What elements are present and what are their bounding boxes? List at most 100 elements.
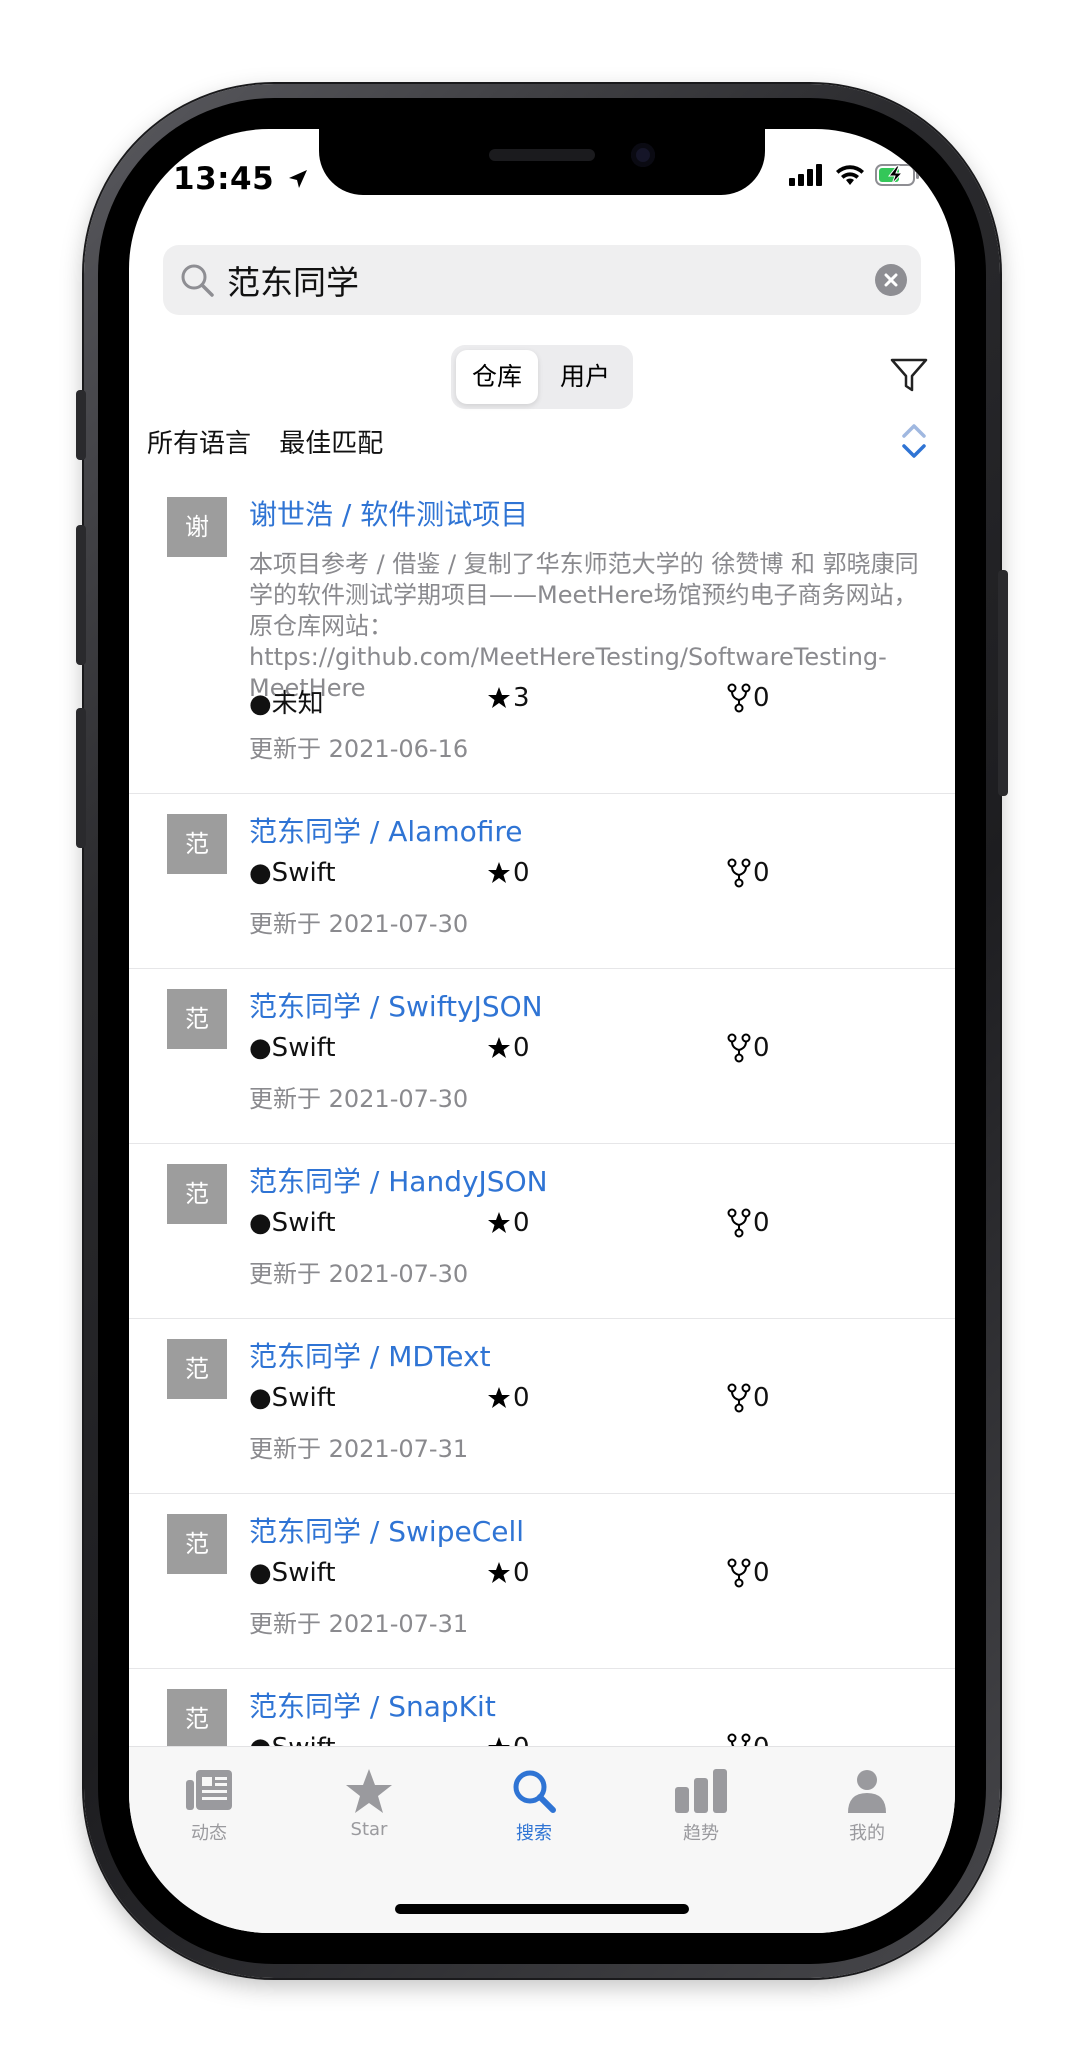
repo-stars-count: 0 — [513, 1208, 530, 1238]
battery-charging-icon — [875, 164, 919, 186]
screen: 13:45 范东同学 仓库 用户 所有语言 最佳匹配 谢 谢世浩 / 软件测试项… — [129, 129, 955, 1933]
repo-stars: 0 — [487, 1208, 530, 1238]
repo-meta: ●未知 3 0 — [249, 683, 809, 719]
repo-title[interactable]: 谢世浩 / 软件测试项目 — [249, 493, 528, 533]
close-icon — [884, 273, 898, 287]
star-icon — [346, 1769, 392, 1813]
tab-profile[interactable]: 我的 — [807, 1767, 927, 1845]
fork-icon — [727, 683, 751, 713]
repo-updated: 更新于 2021-07-30 — [249, 1260, 469, 1288]
repo-updated: 更新于 2021-07-31 — [249, 1435, 469, 1463]
avatar: 谢 — [167, 497, 227, 557]
avatar: 范 — [167, 814, 227, 874]
tab-search[interactable]: 搜索 — [474, 1767, 594, 1845]
repo-updated: 更新于 2021-07-31 — [249, 1610, 469, 1638]
tab-trending[interactable]: 趋势 — [641, 1767, 761, 1845]
repo-row[interactable]: 范 范东同学 / SwipeCell ●Swift 0 0 更新于 2021-0… — [129, 1494, 955, 1669]
tab-label: 动态 — [191, 1823, 227, 1844]
repo-updated: 更新于 2021-07-30 — [249, 1085, 469, 1113]
repo-forks: 0 — [727, 1558, 770, 1588]
repo-row[interactable]: 范 范东同学 / SwiftyJSON ●Swift 0 0 更新于 2021-… — [129, 969, 955, 1144]
tab-label: 我的 — [849, 1823, 885, 1844]
repo-title[interactable]: 范东同学 / SwipeCell — [249, 1510, 524, 1550]
repo-meta: ●Swift 0 0 — [249, 1383, 809, 1417]
filter-icon[interactable] — [889, 355, 929, 395]
repo-list: 谢 谢世浩 / 软件测试项目 本项目参考 / 借鉴 / 复制了华东师范大学的 徐… — [129, 477, 955, 1844]
repo-row[interactable]: 范 范东同学 / Alamofire ●Swift 0 0 更新于 2021-0… — [129, 794, 955, 969]
fork-icon — [727, 1033, 751, 1063]
repo-stars-count: 0 — [513, 1033, 530, 1063]
repo-title[interactable]: 范东同学 / SwiftyJSON — [249, 985, 543, 1025]
filter-row: 所有语言 最佳匹配 — [147, 423, 403, 460]
repo-forks: 0 — [727, 683, 770, 713]
avatar: 范 — [167, 1689, 227, 1749]
speaker — [489, 149, 595, 161]
repo-forks: 0 — [727, 1033, 770, 1063]
repo-updated: 更新于 2021-07-30 — [249, 910, 469, 938]
repo-forks-count: 0 — [753, 1383, 770, 1413]
star-icon — [488, 1212, 510, 1233]
search-icon — [513, 1770, 556, 1813]
repo-forks-count: 0 — [753, 1033, 770, 1063]
camera — [631, 143, 655, 167]
tab-label: 趋势 — [683, 1823, 719, 1844]
star-icon — [488, 1037, 510, 1058]
segmented-control: 仓库 用户 — [451, 345, 633, 409]
segment-users[interactable]: 用户 — [541, 350, 629, 404]
repo-title[interactable]: 范东同学 / Alamofire — [249, 810, 523, 850]
side-button-mute — [76, 390, 86, 460]
avatar: 范 — [167, 989, 227, 1049]
repo-language: ●Swift — [249, 1383, 336, 1413]
repo-language: ●Swift — [249, 1208, 336, 1238]
fork-icon — [727, 1383, 751, 1413]
search-bar[interactable]: 范东同学 — [163, 245, 921, 315]
fork-icon — [727, 858, 751, 888]
repo-language: ●未知 — [249, 689, 324, 719]
side-button-volume-down — [76, 708, 86, 848]
repo-title[interactable]: 范东同学 / HandyJSON — [249, 1160, 548, 1200]
side-button-power — [998, 570, 1008, 796]
fork-icon — [727, 1558, 751, 1588]
tab-activity[interactable]: 动态 — [149, 1767, 269, 1845]
repo-stars: 0 — [487, 858, 530, 888]
clear-search-button[interactable] — [875, 264, 907, 296]
repo-title[interactable]: 范东同学 / SnapKit — [249, 1685, 496, 1725]
avatar: 范 — [167, 1164, 227, 1224]
wifi-icon — [836, 165, 864, 185]
tab-label: 搜索 — [516, 1823, 552, 1844]
search-input[interactable]: 范东同学 — [227, 256, 875, 304]
repo-forks: 0 — [727, 1383, 770, 1413]
avatar: 范 — [167, 1514, 227, 1574]
repo-language: ●Swift — [249, 1558, 336, 1588]
repo-stars: 3 — [487, 683, 530, 713]
repo-title[interactable]: 范东同学 / MDText — [249, 1335, 491, 1375]
tab-bar: 动态 Star 搜索 趋势 我的 — [129, 1746, 955, 1933]
repo-meta: ●Swift 0 0 — [249, 1208, 809, 1242]
avatar: 范 — [167, 1339, 227, 1399]
repo-stars: 0 — [487, 1383, 530, 1413]
tab-star[interactable]: Star — [309, 1767, 429, 1840]
news-icon — [186, 1770, 232, 1810]
star-icon — [488, 862, 510, 883]
sort-order-icon[interactable] — [899, 421, 929, 461]
repo-meta: ●Swift 0 0 — [249, 1558, 809, 1592]
segment-repositories[interactable]: 仓库 — [456, 350, 538, 404]
chart-bar-icon — [675, 1769, 727, 1813]
search-icon — [181, 264, 214, 297]
home-indicator — [395, 1904, 689, 1914]
star-icon — [488, 1387, 510, 1408]
language-filter[interactable]: 所有语言 — [147, 429, 251, 459]
repo-language: ●Swift — [249, 1033, 336, 1063]
star-icon — [488, 687, 510, 708]
repo-language: ●Swift — [249, 858, 336, 888]
repo-stars-count: 0 — [513, 1383, 530, 1413]
repo-forks: 0 — [727, 1208, 770, 1238]
repo-row[interactable]: 谢 谢世浩 / 软件测试项目 本项目参考 / 借鉴 / 复制了华东师范大学的 徐… — [129, 477, 955, 794]
repo-forks-count: 0 — [753, 1558, 770, 1588]
repo-meta: ●Swift 0 0 — [249, 1033, 809, 1067]
sort-filter[interactable]: 最佳匹配 — [279, 429, 383, 459]
repo-row[interactable]: 范 范东同学 / MDText ●Swift 0 0 更新于 2021-07-3… — [129, 1319, 955, 1494]
repo-forks-count: 0 — [753, 1208, 770, 1238]
repo-row[interactable]: 范 范东同学 / HandyJSON ●Swift 0 0 更新于 2021-0… — [129, 1144, 955, 1319]
status-indicators — [789, 163, 921, 187]
